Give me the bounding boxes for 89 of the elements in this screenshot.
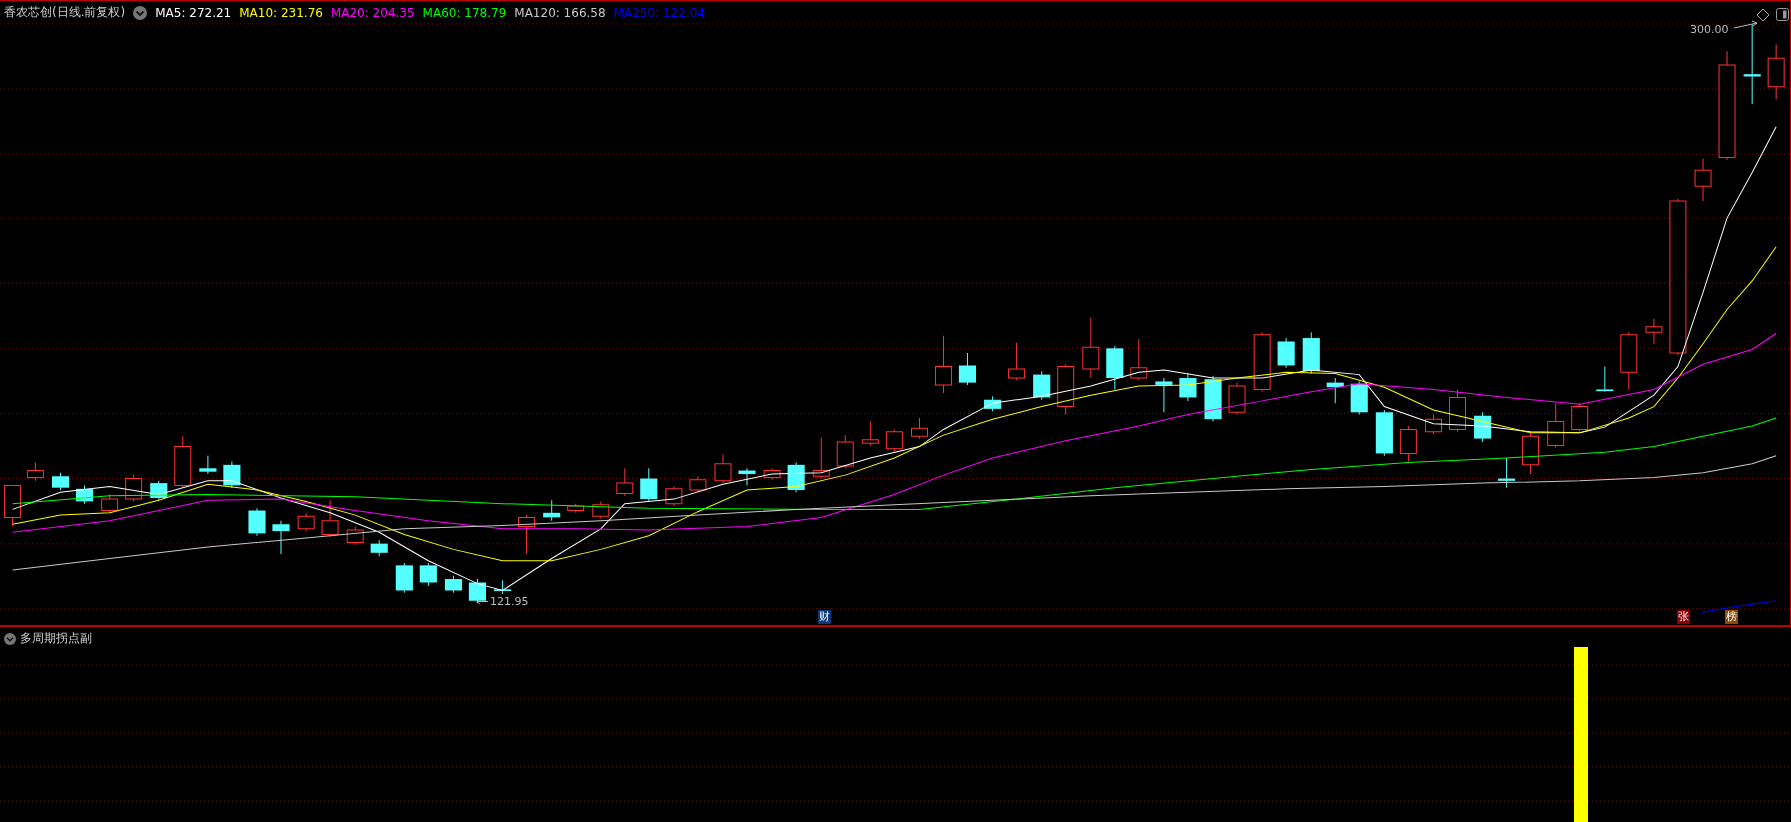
candlestick xyxy=(1253,331,1271,393)
candlestick xyxy=(1302,331,1320,374)
candlestick xyxy=(763,467,781,481)
candlestick xyxy=(861,420,879,446)
event-marker[interactable]: 张 xyxy=(1677,610,1690,624)
candlestick xyxy=(223,460,241,489)
candlestick xyxy=(958,352,977,386)
candlestick xyxy=(1767,44,1785,100)
event-marker[interactable]: 财 xyxy=(818,610,831,624)
candlestick xyxy=(1106,345,1124,390)
candlestick xyxy=(370,539,388,557)
candlestick xyxy=(1130,338,1148,381)
candlestick xyxy=(321,499,339,538)
candlestick xyxy=(787,462,805,493)
panel-toggle-icon[interactable] xyxy=(1776,8,1789,21)
candlestick xyxy=(738,467,756,486)
candlestick xyxy=(1277,337,1295,369)
candlestick xyxy=(1547,402,1565,449)
candlestick xyxy=(616,467,634,497)
candlestick xyxy=(199,455,217,475)
diamond-icon[interactable] xyxy=(1756,8,1770,22)
indicator-value: MA5: 272.21 xyxy=(155,5,232,20)
indicator-value: MA120: 166.58 xyxy=(514,5,606,20)
candlestick xyxy=(1474,411,1492,443)
candlestick xyxy=(248,507,266,537)
candlestick xyxy=(51,472,70,491)
candlestick xyxy=(272,520,290,555)
candlestick xyxy=(297,512,315,532)
indicator-value: MA250: 122.04 xyxy=(613,5,705,20)
candlestick xyxy=(1620,331,1638,390)
candlestick xyxy=(125,474,143,502)
candlestick xyxy=(1155,377,1173,413)
indicator-value: MA60: 178.79 xyxy=(422,5,507,20)
candlestick xyxy=(1057,363,1075,416)
arrow-icon xyxy=(1733,20,1759,29)
candlestick xyxy=(812,436,830,480)
candlestick xyxy=(1571,402,1589,433)
indicator-value: MA20: 204.35 xyxy=(330,5,415,20)
candlestick xyxy=(1326,377,1344,404)
candlestick xyxy=(395,562,413,594)
candlestick xyxy=(174,435,192,489)
candlestick xyxy=(885,428,903,452)
candlestick xyxy=(1008,342,1026,381)
candlestick xyxy=(1522,432,1540,475)
candlestick xyxy=(1498,457,1516,489)
indicator-value: MA10: 231.76 xyxy=(239,5,323,20)
candlestick xyxy=(1425,414,1442,435)
candlestick xyxy=(1204,375,1222,422)
candlestick xyxy=(1082,317,1100,379)
panel-title: 多周期拐点副 xyxy=(20,630,92,647)
candlestick xyxy=(26,462,44,482)
arrow-icon xyxy=(476,597,488,606)
candlestick xyxy=(836,434,854,469)
candlestick xyxy=(346,526,364,546)
stock-title: 香农芯创(日线.前复权) xyxy=(4,4,126,21)
candlestick xyxy=(567,503,585,514)
candlestick xyxy=(592,500,610,520)
candlestick xyxy=(543,499,561,522)
candlestick xyxy=(75,484,94,505)
candlestick xyxy=(150,480,168,501)
candlestick xyxy=(101,494,119,514)
candlestick xyxy=(1399,425,1417,462)
candlestick xyxy=(1033,370,1051,401)
candlestick xyxy=(911,417,928,440)
candlestick xyxy=(1228,382,1246,416)
candlestick xyxy=(935,335,952,394)
candlestick xyxy=(419,562,437,587)
candlestick xyxy=(1449,388,1466,433)
collapse-icon[interactable] xyxy=(4,632,16,645)
candlestick xyxy=(444,575,463,594)
collapse-icon[interactable] xyxy=(133,5,148,20)
candlestick xyxy=(1375,409,1393,457)
candlestick xyxy=(714,454,732,484)
candlestick xyxy=(1596,366,1614,393)
event-marker[interactable]: 榜 xyxy=(1725,610,1738,624)
candlestick xyxy=(518,514,536,555)
candlestick xyxy=(4,484,22,527)
candlestick xyxy=(1694,158,1712,202)
candlestick xyxy=(1179,372,1197,402)
candlestick xyxy=(1350,380,1368,416)
candlestick xyxy=(689,475,707,493)
candlestick xyxy=(468,578,486,604)
candlestick xyxy=(665,486,683,507)
low-price-label: 121.95 xyxy=(490,595,529,608)
candlestick xyxy=(1645,318,1663,345)
candlestick xyxy=(984,395,1002,412)
candlestick xyxy=(640,467,658,502)
high-price-label: 300.00 xyxy=(1690,23,1729,36)
candlestick xyxy=(494,579,512,595)
